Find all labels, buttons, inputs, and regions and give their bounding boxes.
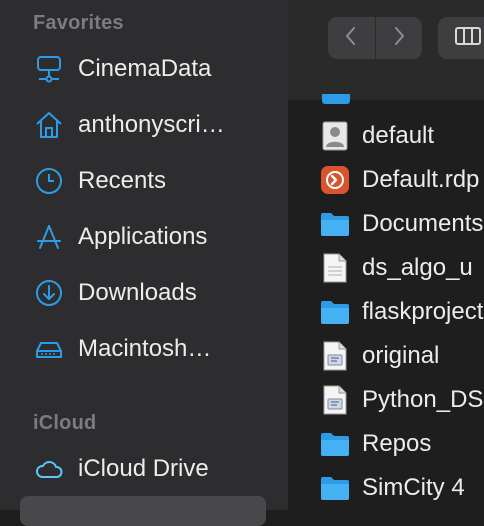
favorites-header: Favorites — [33, 12, 124, 34]
list-item[interactable]: original — [288, 334, 484, 378]
document-icon — [320, 252, 350, 284]
column-view-icon — [454, 25, 482, 52]
contact-file-icon — [320, 120, 350, 152]
folder-icon — [320, 428, 350, 460]
home-icon — [32, 108, 66, 142]
folder-icon — [320, 472, 350, 504]
hard-drive-icon — [32, 332, 66, 366]
sidebar-item-recents[interactable]: Recents — [20, 159, 270, 203]
list-item[interactable]: SimCity 4 — [288, 466, 484, 510]
sidebar-item-label: Recents — [78, 167, 167, 194]
network-drive-icon — [32, 52, 66, 86]
sidebar: Favorites CinemaData anthonyscri… Recent… — [0, 0, 288, 526]
view-mode-button[interactable] — [438, 17, 484, 59]
file-browser: default Default.rdp Documents ds_algo_u … — [288, 0, 484, 510]
sidebar-item-home[interactable]: anthonyscri… — [20, 103, 270, 147]
list-item[interactable]: ds_algo_u — [288, 246, 484, 290]
sidebar-item-icloud-drive[interactable]: iCloud Drive — [20, 447, 270, 491]
list-item[interactable]: Python_DS — [288, 378, 484, 422]
clock-icon — [32, 164, 66, 198]
chevron-right-icon — [391, 25, 407, 52]
sidebar-item-downloads[interactable]: Downloads — [20, 271, 270, 315]
folder-icon — [322, 94, 350, 104]
list-item[interactable]: flaskproject — [288, 290, 484, 334]
script-file-icon — [320, 340, 350, 372]
folder-icon — [320, 296, 350, 328]
list-item[interactable]: Repos — [288, 422, 484, 466]
list-item[interactable]: Default.rdp — [288, 158, 484, 202]
sidebar-item-label: iCloud Drive — [78, 455, 209, 482]
navigation-buttons — [328, 17, 422, 59]
sidebar-item-label: Downloads — [78, 279, 197, 306]
icloud-header: iCloud — [33, 412, 97, 434]
chevron-left-icon — [343, 25, 359, 52]
toolbar — [288, 0, 484, 100]
back-button[interactable] — [328, 17, 375, 59]
sidebar-item-label: CinemaData — [78, 55, 212, 82]
script-file-icon — [320, 384, 350, 416]
sidebar-item-label: Applications — [78, 223, 208, 250]
download-icon — [32, 276, 66, 310]
sidebar-item-selected[interactable] — [20, 496, 266, 526]
list-item[interactable]: Documents — [288, 202, 484, 246]
sidebar-item-label: anthonyscri… — [78, 111, 225, 138]
remote-desktop-icon — [320, 164, 350, 196]
list-item[interactable]: default — [288, 114, 484, 158]
cloud-icon — [32, 452, 66, 486]
sidebar-item-label: Macintosh… — [78, 335, 212, 362]
sidebar-item-applications[interactable]: Applications — [20, 215, 270, 259]
folder-icon — [320, 208, 350, 240]
applications-icon — [32, 220, 66, 254]
sidebar-item-macintosh[interactable]: Macintosh… — [20, 327, 270, 371]
sidebar-item-cinemadata[interactable]: CinemaData — [20, 47, 270, 91]
forward-button[interactable] — [375, 17, 422, 59]
